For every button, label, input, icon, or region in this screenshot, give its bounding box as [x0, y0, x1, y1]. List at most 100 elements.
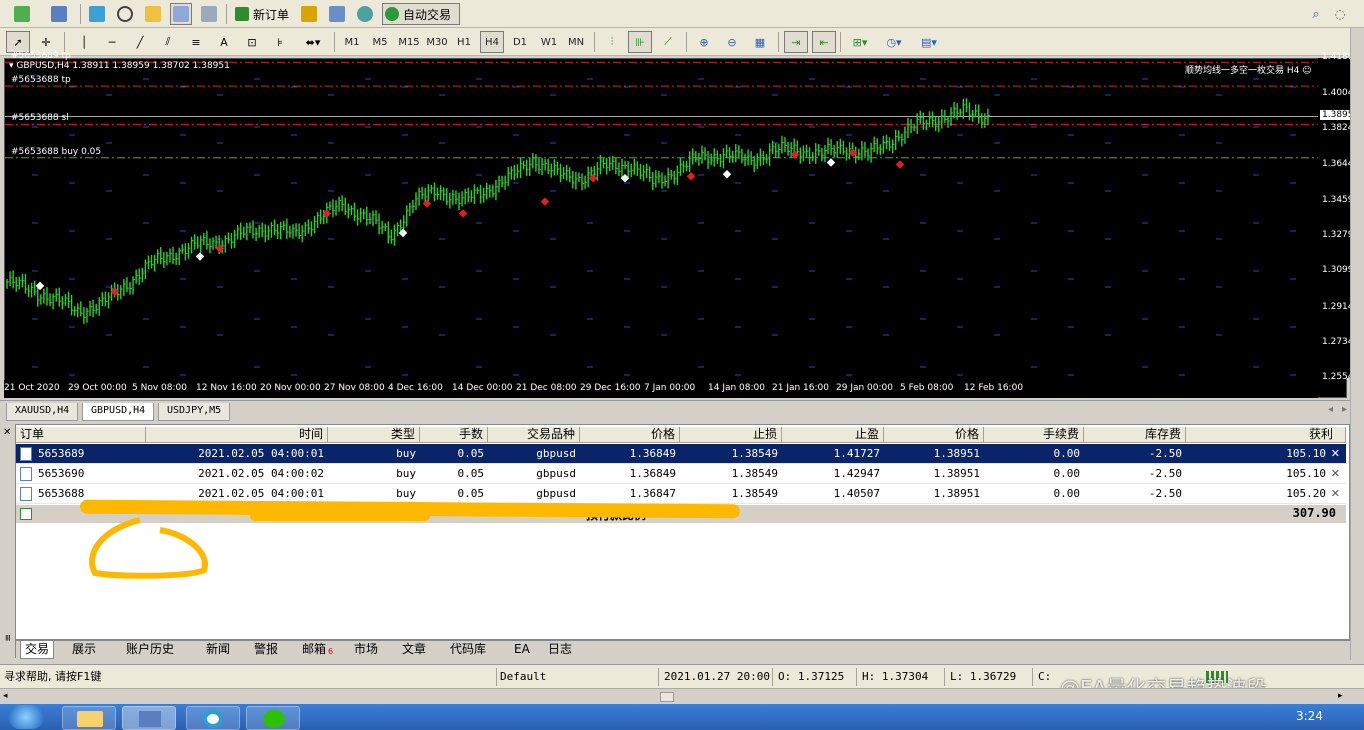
tester-button[interactable]: [198, 3, 220, 25]
fibonacci-tool[interactable]: ≡: [184, 31, 208, 53]
bar-chart-button[interactable]: ⫶: [600, 31, 624, 53]
community-button[interactable]: [326, 3, 348, 25]
col-profit[interactable]: 获利: [1186, 427, 1346, 443]
indicators-dropdown[interactable]: ⊞▾: [846, 31, 874, 53]
fib-fan-tool[interactable]: ⊧: [268, 31, 292, 53]
terminal-grip[interactable]: ≡: [2, 634, 12, 642]
autoscroll-button[interactable]: ⇥: [784, 31, 808, 53]
signals-button[interactable]: [354, 3, 376, 25]
market-watch-button[interactable]: [86, 3, 108, 25]
periods-dropdown[interactable]: ◷▾: [880, 31, 908, 53]
scroll-thumb[interactable]: [660, 692, 674, 702]
terminal-tab[interactable]: 市场: [350, 641, 382, 659]
tf-m30[interactable]: M30: [424, 31, 450, 53]
terminal-tab[interactable]: 警报: [250, 641, 282, 659]
col-order[interactable]: 订单: [16, 427, 146, 443]
col-commission[interactable]: 手续费: [984, 427, 1084, 443]
order-row[interactable]: 5653689 2021.02.05 04:00:01 buy 0.05 gbpusd 1…: [16, 444, 1346, 464]
horizontal-line-tool[interactable]: ─: [100, 31, 124, 53]
profiles-button[interactable]: [44, 3, 74, 25]
close-order-icon[interactable]: ✕: [1331, 447, 1340, 460]
search-button[interactable]: ⌕: [1306, 3, 1326, 25]
vertical-scrollbar[interactable]: [1350, 28, 1364, 660]
zoom-in-button[interactable]: ⊕: [692, 31, 716, 53]
terminal-tab[interactable]: 日志: [544, 641, 576, 659]
terminal-tab[interactable]: 新闻: [202, 641, 234, 659]
trendline-tool[interactable]: ╱: [128, 31, 152, 53]
cell-type: buy: [396, 467, 416, 480]
col-lots[interactable]: 手数: [420, 427, 488, 443]
col-open-price[interactable]: 价格: [580, 427, 680, 443]
arrows-dropdown[interactable]: ⬌▾: [298, 31, 328, 53]
terminal-tab[interactable]: 文章: [398, 641, 430, 659]
taskbar-wechat[interactable]: [246, 706, 300, 730]
tf-w1[interactable]: W1: [536, 31, 562, 53]
scroll-right-icon[interactable]: ▸: [1338, 691, 1343, 701]
terminal-button[interactable]: [170, 3, 192, 25]
tf-h4-label: H4: [485, 36, 499, 48]
tf-m15[interactable]: M15: [396, 31, 422, 53]
balance-icon: [20, 508, 32, 520]
terminal-tab[interactable]: 账户历史: [122, 641, 178, 659]
data-window-button[interactable]: [114, 3, 136, 25]
navigator-button[interactable]: [142, 3, 164, 25]
cursor-tool[interactable]: ➚: [6, 31, 30, 53]
tile-windows-button[interactable]: ▦: [748, 31, 772, 53]
col-type[interactable]: 类型: [328, 427, 420, 443]
horizontal-scrollbar[interactable]: ◂ ▸: [0, 688, 1364, 704]
terminal-tab[interactable]: 代码库: [446, 641, 490, 659]
terminal-close-icon[interactable]: ✕: [3, 427, 11, 438]
zoom-out-button[interactable]: ⊖: [720, 31, 744, 53]
col-symbol[interactable]: 交易品种: [488, 427, 580, 443]
text-label-tool[interactable]: ⊡: [240, 31, 264, 53]
terminal-tab[interactable]: 邮箱: [298, 641, 330, 659]
taskbar-browser[interactable]: [186, 706, 240, 730]
line-chart-button[interactable]: ⟋: [656, 31, 680, 53]
order-row[interactable]: 5653690 2021.02.05 04:00:02 buy 0.05 gbpusd 1…: [16, 464, 1346, 484]
terminal-tab[interactable]: EA: [510, 641, 534, 659]
chart-tab-gbpusd[interactable]: GBPUSD,H4: [82, 403, 155, 421]
auto-trading-button[interactable]: 自动交易: [382, 3, 460, 25]
tf-h4[interactable]: H4: [480, 31, 504, 53]
tabs-scroll-left-icon[interactable]: ◂: [1328, 404, 1333, 415]
col-tp[interactable]: 止盈: [782, 427, 884, 443]
col-sl[interactable]: 止损: [680, 427, 782, 443]
equidistant-channel-tool[interactable]: ⫽: [156, 31, 180, 53]
tf-m5[interactable]: M5: [368, 31, 392, 53]
chart-tab-usdjpy[interactable]: USDJPY,M5: [158, 403, 231, 421]
templates-dropdown[interactable]: ▤▾: [914, 31, 944, 53]
time-tick: 21 Oct 2020: [4, 383, 60, 393]
scroll-left-icon[interactable]: ◂: [3, 691, 8, 701]
price-chart[interactable]: ▾ GBPUSD,H4 1.38911 1.38959 1.38702 1.38…: [4, 51, 1347, 398]
col-swap[interactable]: 库存费: [1084, 427, 1186, 443]
tf-h1[interactable]: H1: [452, 31, 476, 53]
status-open: O: 1.37125: [778, 670, 845, 683]
tf-m1[interactable]: M1: [340, 31, 364, 53]
metaeditor-button[interactable]: [298, 3, 320, 25]
new-chart-button[interactable]: [6, 3, 38, 25]
close-order-icon[interactable]: ✕: [1331, 487, 1340, 500]
candlestick-button[interactable]: ⊪: [628, 31, 652, 53]
close-order-icon[interactable]: ✕: [1331, 467, 1340, 480]
text-tool[interactable]: A: [212, 31, 236, 53]
vertical-line-tool[interactable]: │: [72, 31, 96, 53]
col-price[interactable]: 价格: [884, 427, 984, 443]
tabs-scroll-right-icon[interactable]: ▸: [1342, 404, 1347, 415]
tf-d1[interactable]: D1: [508, 31, 532, 53]
tf-mn[interactable]: MN: [564, 31, 588, 53]
auto-trading-label: 自动交易: [403, 7, 452, 22]
terminal-tab[interactable]: 交易: [20, 641, 55, 659]
taskbar-explorer[interactable]: [62, 706, 116, 730]
browser-icon: [203, 710, 223, 728]
start-button[interactable]: [8, 705, 44, 729]
chart-shift-button[interactable]: ⇤: [812, 31, 836, 53]
wechat-icon: [263, 710, 285, 728]
new-order-button[interactable]: 新订单: [232, 3, 294, 25]
col-time[interactable]: 时间: [146, 427, 328, 443]
chart-tab-xauusd[interactable]: XAUUSD,H4: [6, 403, 79, 421]
chat-button[interactable]: ◌: [1330, 3, 1350, 25]
text-icon: A: [220, 35, 228, 49]
terminal-tab[interactable]: 展示: [68, 641, 100, 659]
taskbar-metatrader[interactable]: [122, 706, 176, 730]
crosshair-tool[interactable]: ✛: [34, 31, 58, 53]
